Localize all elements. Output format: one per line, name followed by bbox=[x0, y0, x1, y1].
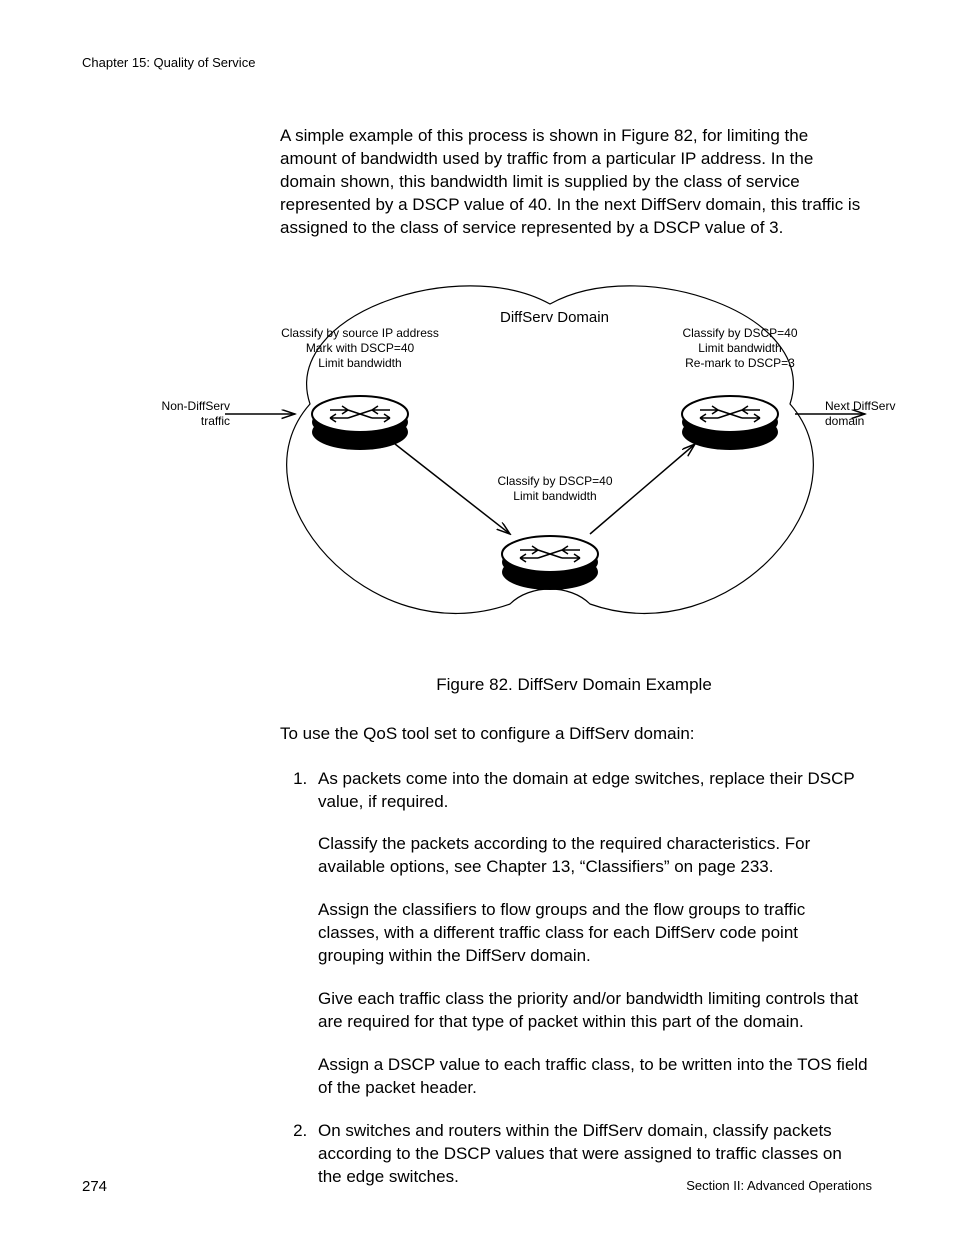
next-diffserv-label: Next DiffServ domain bbox=[825, 399, 905, 429]
figure-82: DiffServ Domain Non-DiffServ traffic Nex… bbox=[170, 264, 890, 664]
page: Chapter 15: Quality of Service A simple … bbox=[0, 0, 954, 1235]
figure-caption: Figure 82. DiffServ Domain Example bbox=[280, 674, 868, 697]
router-right-icon bbox=[682, 396, 778, 450]
left-router-label: Classify by source IP address Mark with … bbox=[270, 326, 450, 371]
step-1: As packets come into the domain at edge … bbox=[312, 768, 868, 1100]
right-router-label: Classify by DSCP=40 Limit bandwidth Re-m… bbox=[660, 326, 820, 371]
intro-paragraph: A simple example of this process is show… bbox=[280, 125, 868, 240]
step-1-p4: Give each traffic class the priority and… bbox=[318, 988, 868, 1034]
page-footer: 274 Section II: Advanced Operations bbox=[82, 1178, 872, 1195]
steps-list: As packets come into the domain at edge … bbox=[280, 768, 868, 1189]
step-1-p5: Assign a DSCP value to each traffic clas… bbox=[318, 1054, 868, 1100]
lead-paragraph: To use the QoS tool set to configure a D… bbox=[280, 723, 868, 746]
router-left-icon bbox=[312, 396, 408, 450]
router-middle-icon bbox=[502, 536, 598, 590]
step-1-p1: As packets come into the domain at edge … bbox=[318, 768, 868, 814]
chapter-header: Chapter 15: Quality of Service bbox=[82, 55, 872, 70]
domain-title: DiffServ Domain bbox=[500, 309, 609, 328]
middle-router-label: Classify by DSCP=40 Limit bandwidth bbox=[480, 474, 630, 504]
section-label: Section II: Advanced Operations bbox=[686, 1178, 872, 1193]
page-number: 274 bbox=[82, 1178, 107, 1195]
step-1-p3: Assign the classifiers to flow groups an… bbox=[318, 899, 868, 968]
non-diffserv-label: Non-DiffServ traffic bbox=[160, 399, 230, 429]
step-1-p2: Classify the packets according to the re… bbox=[318, 833, 868, 879]
body-column: A simple example of this process is show… bbox=[280, 125, 868, 1189]
